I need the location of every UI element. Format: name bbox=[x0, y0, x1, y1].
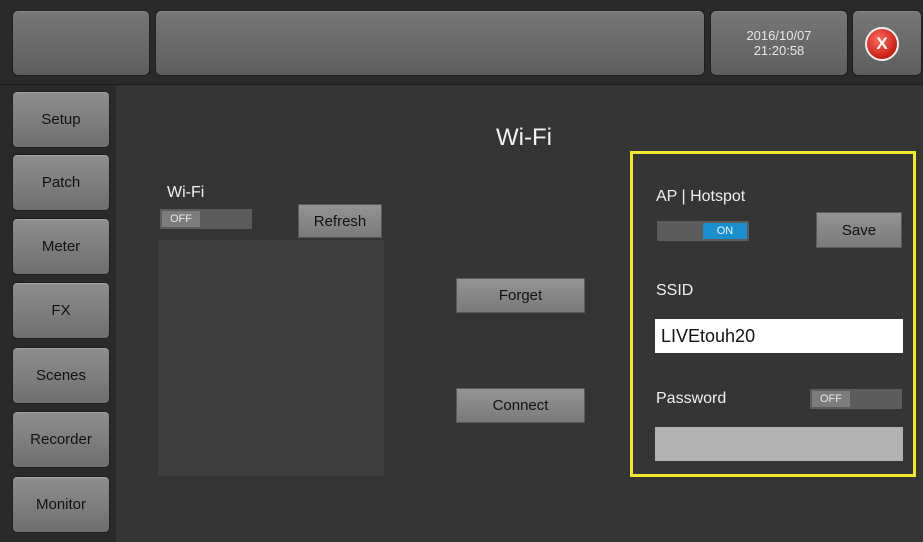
datetime-display[interactable]: 2016/10/07 21:20:58 bbox=[710, 10, 848, 76]
sidebar-item-recorder[interactable]: Recorder bbox=[12, 411, 110, 468]
save-button[interactable]: Save bbox=[816, 212, 902, 248]
top-status-bar[interactable] bbox=[155, 10, 705, 76]
wifi-toggle-state: OFF bbox=[162, 211, 200, 227]
ssid-input[interactable]: LIVEtouh20 bbox=[655, 319, 903, 353]
connect-button[interactable]: Connect bbox=[456, 388, 585, 423]
hotspot-toggle-state: ON bbox=[703, 223, 747, 239]
ssid-label: SSID bbox=[656, 282, 694, 299]
sidebar-item-scenes[interactable]: Scenes bbox=[12, 347, 110, 404]
date-text: 2016/10/07 bbox=[746, 28, 812, 43]
wifi-label: Wi-Fi bbox=[167, 184, 205, 201]
top-bar: 2016/10/07 21:20:58 X bbox=[0, 0, 923, 85]
hotspot-label: AP | Hotspot bbox=[656, 188, 746, 205]
wifi-toggle[interactable]: OFF bbox=[160, 209, 252, 229]
refresh-button[interactable]: Refresh bbox=[298, 204, 382, 238]
close-icon: X bbox=[865, 27, 899, 61]
sidebar-item-patch[interactable]: Patch bbox=[12, 154, 110, 211]
time-text: 21:20:58 bbox=[753, 43, 805, 58]
password-label: Password bbox=[656, 390, 727, 407]
wifi-network-list[interactable] bbox=[158, 240, 384, 476]
top-left-button[interactable] bbox=[12, 10, 150, 76]
close-button[interactable]: X bbox=[852, 10, 922, 76]
sidebar-item-setup[interactable]: Setup bbox=[12, 91, 110, 148]
sidebar-item-monitor[interactable]: Monitor bbox=[12, 476, 110, 533]
password-toggle[interactable]: OFF bbox=[810, 389, 902, 409]
password-input[interactable] bbox=[655, 427, 903, 461]
sidebar: Setup Patch Meter FX Scenes Recorder Mon… bbox=[0, 85, 116, 542]
page-title: Wi-Fi bbox=[496, 124, 552, 151]
sidebar-item-meter[interactable]: Meter bbox=[12, 218, 110, 275]
hotspot-toggle[interactable]: ON bbox=[657, 221, 749, 241]
forget-button[interactable]: Forget bbox=[456, 278, 585, 313]
sidebar-item-fx[interactable]: FX bbox=[12, 282, 110, 339]
password-toggle-state: OFF bbox=[812, 391, 850, 407]
